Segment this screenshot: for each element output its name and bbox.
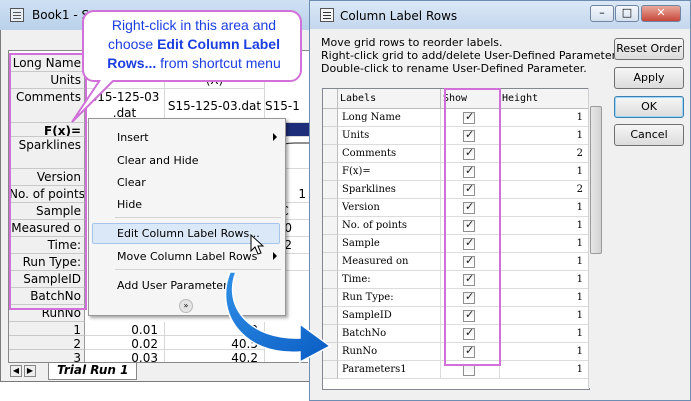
row-label[interactable]: BatchNo [338, 325, 441, 343]
instruction-line-2: Right-click grid to add/delete User-Defi… [321, 49, 626, 62]
callout-line-2: choose Edit Column Label [96, 35, 292, 54]
row-height[interactable]: 1 [500, 253, 589, 271]
grid-corner [323, 89, 338, 109]
row-height[interactable]: 1 [500, 343, 589, 361]
arrow-icon [224, 271, 332, 363]
row-height[interactable]: 1 [500, 127, 589, 145]
column-header-height[interactable]: Height [500, 89, 589, 109]
menu-item-move-column-label-rows[interactable]: Move Column Label Rows [117, 250, 257, 263]
row-selector[interactable] [323, 361, 338, 379]
sheet-tab-bar: ◀ ▶ Trial Run 1 [8, 362, 308, 380]
row-height[interactable]: 1 [500, 109, 589, 127]
callout-line-2-prefix: choose [108, 36, 158, 52]
row-height[interactable]: 1 [500, 217, 589, 235]
row-selector[interactable] [323, 163, 338, 181]
row-selector[interactable] [323, 217, 338, 235]
menu-item-insert[interactable]: Insert [117, 131, 149, 144]
dialog-titlebar[interactable]: Column Label Rows – □ ✕ [310, 1, 690, 29]
menu-item-hide[interactable]: Hide [117, 198, 142, 211]
submenu-arrow-icon [273, 133, 277, 141]
row-height[interactable]: 1 [500, 199, 589, 217]
row-height[interactable]: 1 [500, 235, 589, 253]
row-height[interactable]: 1 [500, 307, 589, 325]
row-label[interactable]: SampleID [338, 307, 441, 325]
dialog-icon [320, 8, 334, 22]
cell-a1[interactable]: 0.01 [85, 322, 165, 336]
row-label[interactable]: Parameters1 [338, 361, 441, 379]
submenu-arrow-icon [273, 252, 277, 260]
callout-line-1: Right-click in this area and [111, 17, 277, 33]
row-selector[interactable] [323, 127, 338, 145]
instruction-line-3: Double-click to rename User-Defined Para… [321, 62, 587, 75]
row-label[interactable]: RunNo [338, 343, 441, 361]
show-column-highlight [444, 88, 501, 366]
scrollbar-thumb[interactable] [590, 106, 602, 254]
dialog-title: Column Label Rows [340, 9, 458, 23]
row-selector[interactable] [323, 181, 338, 199]
row-selector[interactable] [323, 235, 338, 253]
row-height[interactable]: 2 [500, 181, 589, 199]
row-height[interactable]: 2 [500, 145, 589, 163]
menu-item-add-user-parameters[interactable]: Add User Parameters [117, 279, 233, 292]
tab-prev-icon[interactable]: ◀ [10, 365, 22, 377]
row-height[interactable]: 1 [500, 271, 589, 289]
row-header-2[interactable]: 2 [9, 336, 85, 350]
column-header-labels[interactable]: Labels [338, 89, 441, 109]
row-label[interactable]: Comments [338, 145, 441, 163]
row-label[interactable]: Units [338, 127, 441, 145]
row-label[interactable]: Measured on [338, 253, 441, 271]
tab-trial-run-1[interactable]: Trial Run 1 [48, 363, 138, 380]
row-label[interactable]: F(x)= [338, 163, 441, 181]
ok-button[interactable]: OK [614, 96, 684, 118]
row-selector[interactable] [323, 199, 338, 217]
menu-separator [115, 217, 281, 218]
menu-item-clear[interactable]: Clear [117, 176, 146, 189]
mouse-cursor-icon [250, 234, 265, 255]
menu-item-edit-column-label-rows[interactable]: Edit Column Label Rows... [117, 227, 260, 240]
row-height[interactable]: 1 [500, 163, 589, 181]
tab-next-icon[interactable]: ▶ [24, 365, 36, 377]
row-height[interactable]: 1 [500, 325, 589, 343]
row-height[interactable]: 1 [500, 289, 589, 307]
row-selector[interactable] [323, 109, 338, 127]
workbook-icon [10, 8, 24, 22]
row-label[interactable]: Version [338, 199, 441, 217]
cell-a2[interactable]: 0.02 [85, 336, 165, 350]
close-icon[interactable]: ✕ [641, 5, 681, 22]
row-label[interactable]: Sparklines [338, 181, 441, 199]
instruction-line-1: Move grid rows to reorder labels. [321, 36, 503, 49]
reset-order-button[interactable]: Reset Order [614, 38, 684, 60]
callout-line-3-suffix: from shortcut menu [156, 55, 281, 71]
row-label[interactable]: Long Name [338, 109, 441, 127]
row-height[interactable]: 1 [500, 361, 589, 379]
row-label[interactable]: Time: [338, 271, 441, 289]
apply-button[interactable]: Apply [614, 67, 684, 89]
row-label[interactable]: Sample [338, 235, 441, 253]
row-selector[interactable] [323, 145, 338, 163]
callout-line-3: Rows... from shortcut menu [96, 54, 292, 73]
callout-line-2-bold: Edit Column Label [157, 36, 280, 52]
menu-item-clear-and-hide[interactable]: Clear and Hide [117, 154, 199, 167]
chevron-double-down-icon[interactable]: » [179, 299, 193, 313]
row-header-1[interactable]: 1 [9, 322, 85, 336]
minimize-icon[interactable]: – [590, 5, 614, 22]
maximize-icon[interactable]: □ [615, 5, 639, 22]
row-label[interactable]: No. of points [338, 217, 441, 235]
callout-text: Right-click in this area and choose Edit… [96, 16, 292, 73]
worksheet-title: Book1 - S [32, 8, 90, 22]
row-label[interactable]: Run Type: [338, 289, 441, 307]
cancel-button[interactable]: Cancel [614, 124, 684, 146]
callout-line-3-bold: Rows... [107, 55, 157, 71]
